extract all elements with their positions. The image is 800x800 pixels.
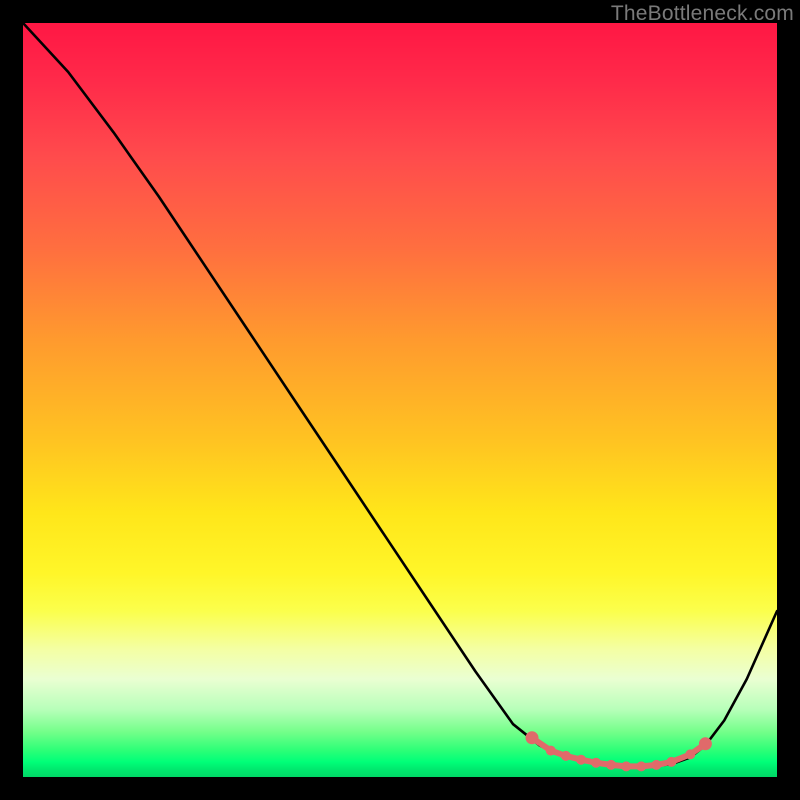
trough-dot [561, 751, 571, 761]
plot-area [23, 23, 777, 777]
chart-svg [23, 23, 777, 777]
trough-dot [591, 758, 601, 768]
bottleneck-curve [23, 23, 777, 766]
chart-stage: TheBottleneck.com [0, 0, 800, 800]
curve-layer [23, 23, 777, 766]
trough-dot [699, 737, 712, 750]
trough-dot [546, 746, 556, 756]
trough-dot [606, 760, 616, 770]
trough-dot [685, 749, 695, 759]
trough-dot [526, 731, 539, 744]
trough-dot [576, 755, 586, 765]
watermark-text: TheBottleneck.com [611, 2, 794, 26]
trough-dot [621, 761, 631, 771]
trough-dot [651, 760, 661, 770]
trough-dot [666, 757, 676, 767]
trough-dot [636, 761, 646, 771]
trough-dots [526, 731, 712, 771]
